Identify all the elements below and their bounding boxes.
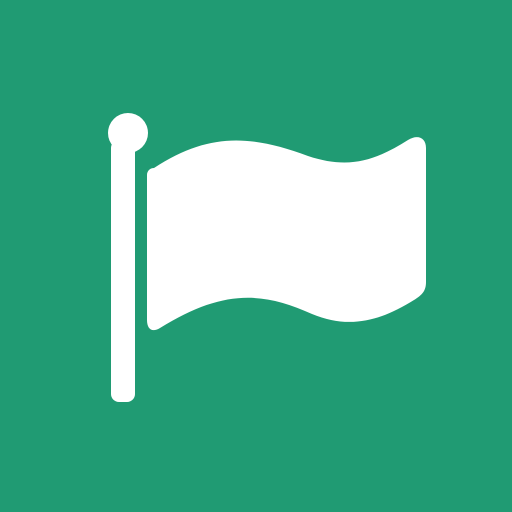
flag-pole: [111, 140, 135, 402]
app-icon-tile[interactable]: [0, 0, 512, 512]
flag-icon: [108, 113, 426, 402]
flag-cloth: [147, 137, 426, 331]
flag-pole-group: [108, 113, 148, 402]
